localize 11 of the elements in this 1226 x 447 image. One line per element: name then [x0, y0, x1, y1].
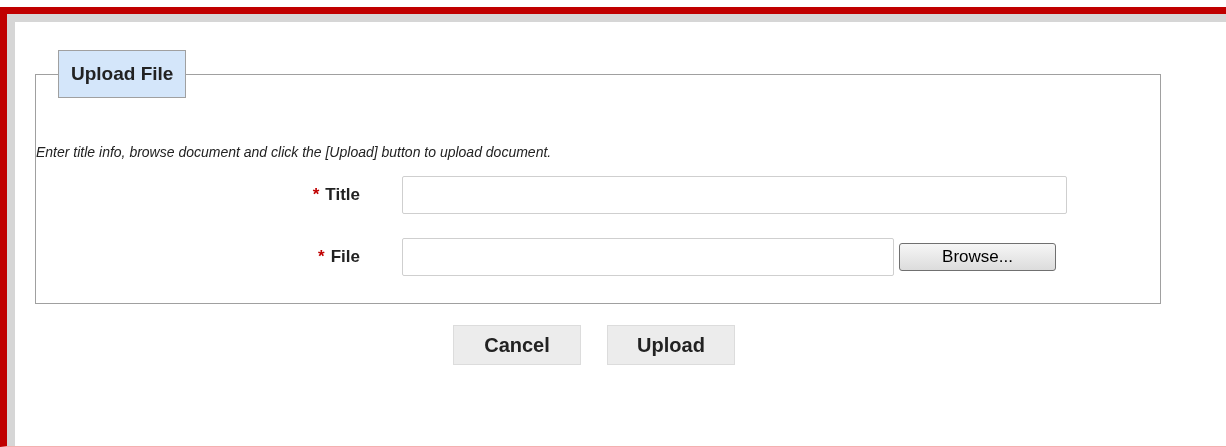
field-label: File	[330, 247, 360, 266]
instructions-text: Enter title info, browse document and click the [Upload] button to upload document.	[36, 144, 553, 160]
title-input-field[interactable]	[402, 176, 1067, 214]
field-label: Title	[325, 185, 360, 204]
file-path-field[interactable]	[402, 238, 894, 276]
required-mark: *	[318, 247, 325, 266]
action-button[interactable]: Cancel	[453, 325, 581, 365]
required-mark: *	[312, 185, 320, 204]
action-button[interactable]: Upload	[607, 325, 735, 365]
panel-title: Upload File	[58, 50, 187, 98]
browse-button[interactable]: Browse...	[899, 243, 1056, 271]
